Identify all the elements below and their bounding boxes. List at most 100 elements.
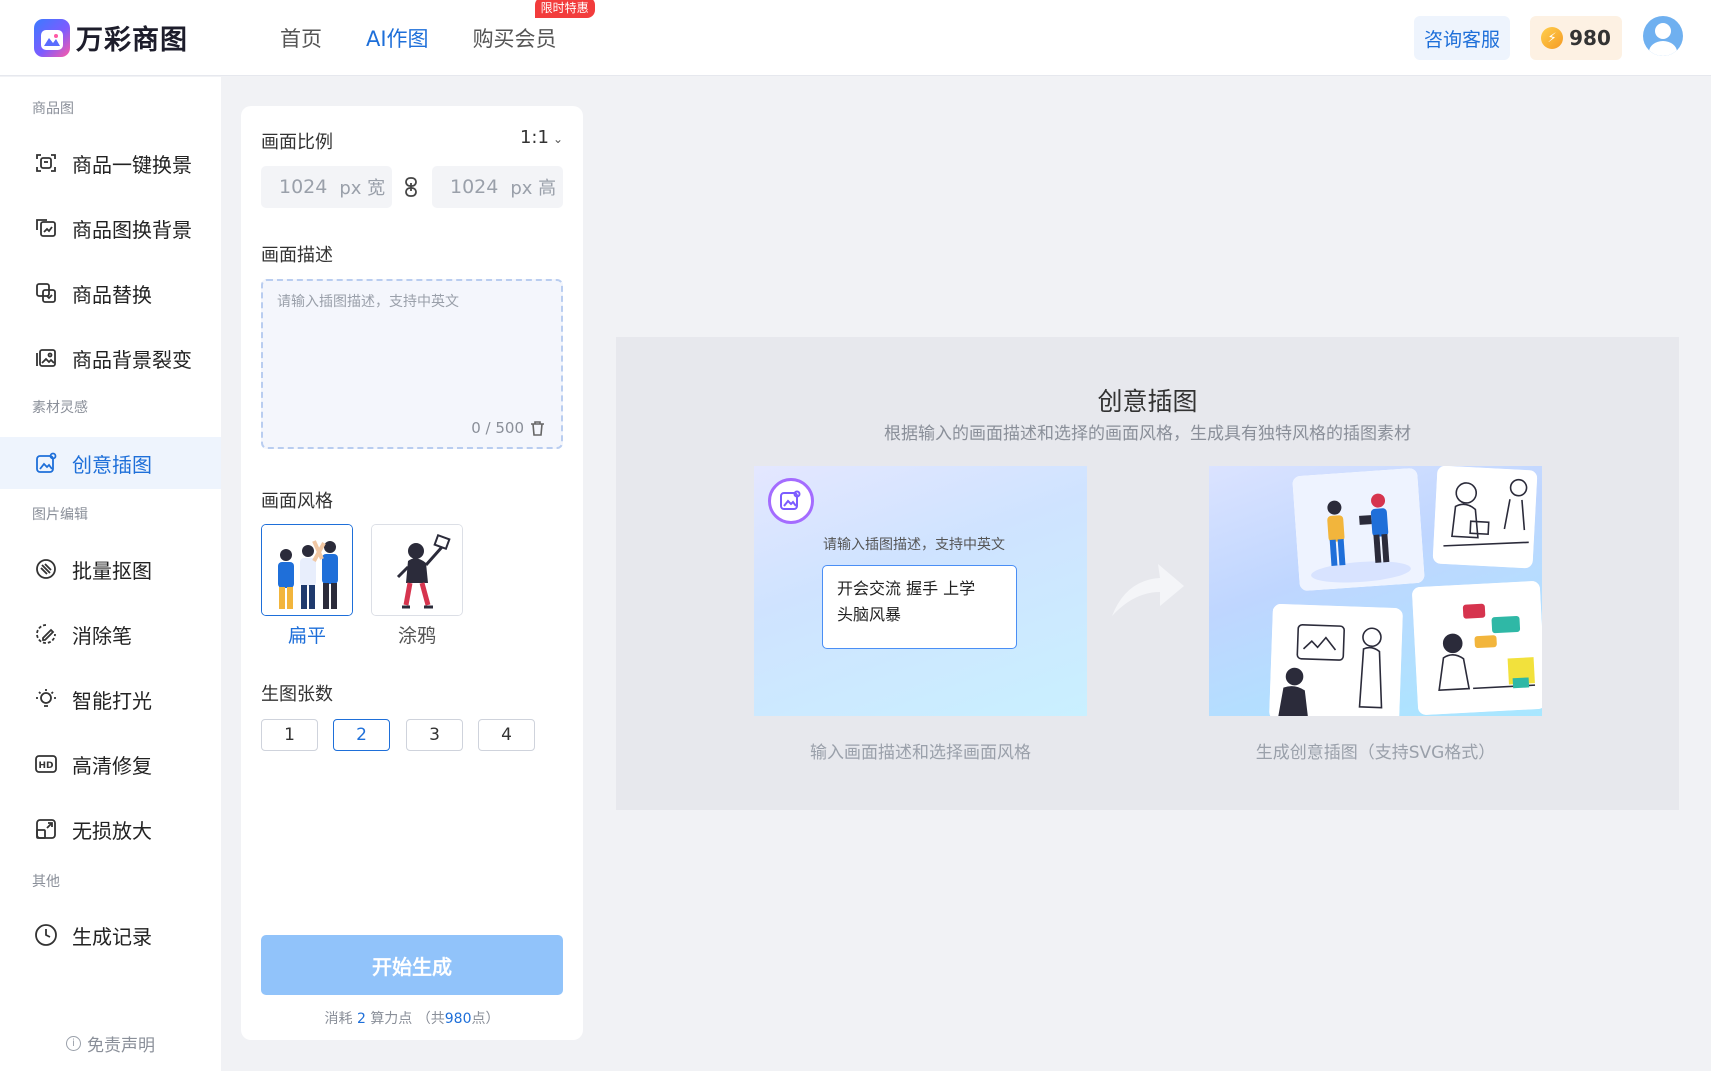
sidebar-item-lossless-enlarge[interactable]: 无损放大: [0, 803, 221, 855]
nav-ai-draw[interactable]: AI作图: [366, 23, 429, 53]
char-counter: 0 / 500: [471, 419, 545, 437]
demo-line-2: 头脑风暴: [837, 605, 902, 624]
sidebar-item-label: 商品背景裂变: [72, 347, 192, 372]
info-icon: i: [66, 1036, 81, 1051]
gallery-icon: [36, 349, 56, 367]
logo[interactable]: 万彩商图: [34, 18, 188, 57]
flat-style-thumbnail: [262, 525, 352, 615]
sidebar-section-title: 商品图: [32, 101, 74, 117]
sidebar-item-product-replace[interactable]: 商品替换: [0, 267, 221, 319]
demo-input-image: 请输入插图描述，支持中英文 开会交流 握手 上学 头脑风暴: [754, 466, 1087, 716]
sidebar-item-product-scene[interactable]: 商品一键换景: [0, 137, 221, 189]
sidebar-item-label: 商品替换: [72, 282, 152, 307]
sidebar-item-smart-light[interactable]: 智能打光: [0, 673, 221, 725]
sidebar-section-title: 素材灵感: [32, 400, 88, 416]
style-label: 画面风格: [261, 491, 333, 512]
illustration-office-sketch: [1269, 603, 1403, 716]
creative-image-icon: [36, 452, 57, 473]
cutout-icon: [36, 559, 56, 579]
sidebar-item-batch-cutout[interactable]: 批量抠图: [0, 543, 221, 595]
link-icon[interactable]: [404, 177, 418, 197]
clock-icon: [35, 924, 57, 946]
sidebar-item-bg-fission[interactable]: 商品背景裂变: [0, 332, 221, 384]
demo-line-1: 开会交流 握手 上学: [837, 579, 976, 598]
showcase-title: 创意插图: [1097, 387, 1198, 416]
hd-icon: HD: [35, 755, 57, 773]
sidebar: 商品图 商品一键换景 商品图换背景 商品替换 商品背景裂变 素材灵感 创意插图 …: [0, 77, 221, 1071]
disclaimer-link[interactable]: i 免责声明: [66, 1031, 155, 1056]
left-caption: 输入画面描述和选择画面风格: [810, 743, 1031, 763]
sidebar-item-label: 生成记录: [72, 924, 152, 949]
height-unit: px 高: [510, 178, 557, 199]
sidebar-item-hd-restore[interactable]: HD 高清修复: [0, 738, 221, 790]
lightning-coin-icon: ⚡: [1541, 27, 1564, 49]
ratio-label: 画面比例: [261, 132, 333, 153]
style-name-doodle: 涂鸦: [397, 625, 436, 647]
width-value: 1024: [279, 176, 328, 198]
demo-text-box: 开会交流 握手 上学 头脑风暴: [822, 565, 1017, 649]
sidebar-item-label: 商品一键换景: [72, 152, 192, 177]
sidebar-item-history[interactable]: 生成记录: [0, 909, 221, 961]
count-option-1[interactable]: 1: [261, 719, 318, 751]
height-input[interactable]: 1024 px 高: [432, 166, 563, 208]
disclaimer-label: 免责声明: [87, 1036, 155, 1056]
cost-prefix: 消耗: [324, 1011, 353, 1027]
sidebar-item-label: 无损放大: [72, 818, 152, 843]
demo-placeholder: 请输入插图描述，支持中英文: [823, 537, 1005, 553]
cost-value: 2: [356, 1011, 366, 1027]
count-option-4[interactable]: 4: [478, 719, 535, 751]
top-header: 万彩商图 首页 AI作图 购买会员 限时特惠 咨询客服 ⚡ 980: [0, 0, 1711, 76]
count-label: 生图张数: [261, 684, 333, 705]
enlarge-icon: [36, 819, 56, 839]
replace-icon: [36, 283, 56, 303]
svg-text:HD: HD: [38, 761, 53, 771]
nav-buy-membership[interactable]: 购买会员 限时特惠: [472, 0, 595, 53]
sidebar-item-label: 高清修复: [72, 753, 152, 778]
style-card-flat[interactable]: [261, 524, 353, 616]
showcase-subtitle: 根据输入的画面描述和选择的画面风格，生成具有独特风格的插图素材: [884, 424, 1411, 444]
width-input[interactable]: 1024 px 宽: [261, 166, 392, 208]
nav-buy-membership-label: 购买会员: [472, 27, 557, 51]
count-option-2[interactable]: 2: [333, 719, 390, 751]
image-swap-icon: [36, 219, 56, 237]
generate-button[interactable]: 开始生成: [261, 935, 563, 995]
sidebar-section-title: 其他: [32, 874, 60, 890]
creative-image-icon: [768, 478, 814, 524]
consult-service-button[interactable]: 咨询客服: [1414, 16, 1510, 60]
char-count-text: 0 / 500: [471, 419, 524, 437]
trash-icon[interactable]: [530, 420, 545, 436]
sidebar-item-label: 创意插图: [72, 452, 152, 477]
logo-icon: [34, 18, 70, 57]
arrow-icon: [1112, 564, 1184, 616]
eraser-icon: [36, 624, 56, 644]
cost-mid: 算力点 （共: [370, 1011, 445, 1027]
points-value: 980: [1569, 26, 1611, 50]
sidebar-item-eraser[interactable]: 消除笔: [0, 608, 221, 660]
ratio-select[interactable]: 1:1 ⌄: [520, 127, 563, 148]
illustration-chat-desk: [1411, 580, 1542, 716]
sidebar-item-label: 批量抠图: [72, 558, 152, 583]
illustration-meeting: [1292, 467, 1425, 592]
sidebar-item-bg-swap[interactable]: 商品图换背景: [0, 202, 221, 254]
cost-info: 消耗 2 算力点 （共980点）: [241, 1008, 583, 1028]
points-balance-button[interactable]: ⚡ 980: [1530, 16, 1622, 60]
description-label: 画面描述: [261, 245, 333, 266]
promo-badge: 限时特惠: [534, 0, 595, 18]
chevron-down-icon: ⌄: [552, 132, 563, 146]
sidebar-item-creative-illustration[interactable]: 创意插图: [0, 437, 221, 489]
demo-output-image: [1209, 466, 1542, 716]
style-name-flat: 扁平: [287, 625, 326, 647]
description-textarea[interactable]: 请输入插图描述，支持中英文 0 / 500: [261, 279, 563, 449]
nav-home[interactable]: 首页: [280, 23, 322, 53]
style-card-doodle[interactable]: [371, 524, 463, 616]
count-option-3[interactable]: 3: [406, 719, 463, 751]
scan-frame-icon: [36, 154, 56, 172]
cost-total: 980: [444, 1011, 472, 1027]
height-value: 1024: [450, 176, 499, 198]
sidebar-item-label: 消除笔: [72, 623, 132, 648]
user-avatar[interactable]: [1643, 16, 1683, 56]
sidebar-item-label: 智能打光: [72, 688, 152, 713]
width-unit: px 宽: [339, 178, 386, 199]
cost-suffix: 点）: [471, 1011, 500, 1027]
bulb-icon: [36, 689, 56, 707]
